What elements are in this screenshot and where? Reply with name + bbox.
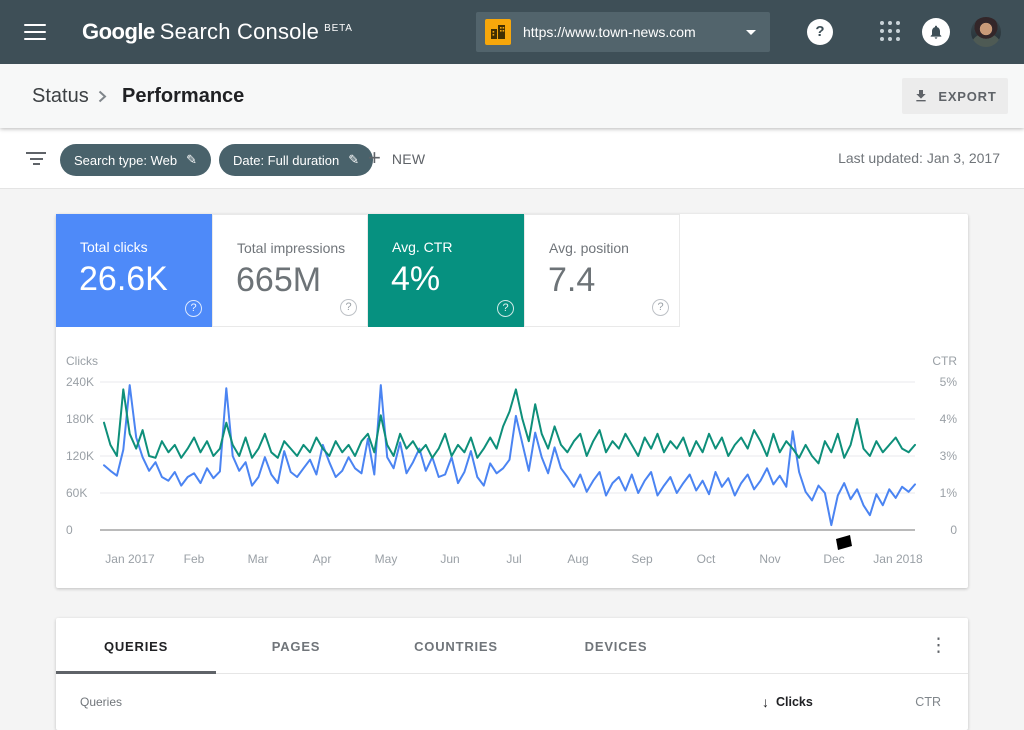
metric-tile-total-clicks[interactable]: Total clicks 26.6K ? (56, 214, 212, 327)
breadcrumb-bar: Status Performance EXPORT (0, 64, 1024, 128)
breadcrumb-chevron-icon (98, 90, 107, 108)
filter-chip-date-label: Date: Full duration (233, 152, 340, 168)
svg-text:CTR: CTR (932, 354, 957, 368)
svg-text:Nov: Nov (759, 552, 780, 566)
column-header-clicks-label: Clicks (776, 695, 813, 709)
metric-label: Avg. CTR (392, 239, 453, 255)
tab-countries[interactable]: COUNTRIES (376, 618, 536, 674)
column-header-ctr[interactable]: CTR (915, 674, 941, 730)
help-circle-icon[interactable]: ? (340, 299, 357, 316)
svg-text:3%: 3% (940, 449, 958, 463)
svg-text:240K: 240K (66, 375, 94, 389)
svg-text:Dec: Dec (823, 552, 844, 566)
metric-tile-avg-ctr[interactable]: Avg. CTR 4% ? (368, 214, 524, 327)
tab-devices[interactable]: DEVICES (536, 618, 696, 674)
property-selector[interactable]: https://www.town-news.com (476, 12, 770, 52)
svg-text:4%: 4% (940, 412, 958, 426)
edit-pencil-icon: ✎ (186, 152, 197, 167)
logo-google: Google (82, 19, 155, 44)
column-header-clicks[interactable]: ↓ Clicks (762, 674, 813, 730)
svg-text:Jun: Jun (440, 552, 459, 566)
svg-text:Clicks: Clicks (66, 354, 98, 368)
svg-text:Mar: Mar (248, 552, 269, 566)
metric-tile-avg-position[interactable]: Avg. position 7.4 ? (524, 214, 680, 327)
export-button[interactable]: EXPORT (902, 78, 1008, 114)
help-circle-icon[interactable]: ? (497, 300, 514, 317)
svg-text:Jul: Jul (506, 552, 521, 566)
filter-icon[interactable] (26, 152, 46, 166)
svg-text:Apr: Apr (313, 552, 332, 566)
help-icon[interactable]: ? (807, 19, 833, 45)
svg-text:120K: 120K (66, 449, 94, 463)
sort-down-arrow-icon: ↓ (762, 694, 769, 710)
app-header: Google Search Console BETA https://www.tow… (0, 0, 1024, 64)
svg-text:Oct: Oct (697, 552, 716, 566)
clicks-line (103, 384, 916, 527)
metric-label: Avg. position (549, 240, 629, 256)
svg-text:Jan 2017: Jan 2017 (105, 552, 155, 566)
mouse-cursor-artifact (836, 535, 852, 550)
more-options-kebab-icon[interactable]: ⋮ (929, 635, 948, 657)
table-header-row: Queries ↓ Clicks CTR (56, 674, 968, 730)
svg-text:Aug: Aug (567, 552, 588, 566)
property-building-icon (485, 19, 511, 45)
svg-text:1%: 1% (940, 486, 958, 500)
metric-label: Total impressions (237, 240, 346, 256)
tab-queries[interactable]: QUERIES (56, 618, 216, 674)
metric-label: Total clicks (80, 239, 148, 255)
apps-grid-icon[interactable] (880, 21, 902, 43)
svg-text:May: May (375, 552, 398, 566)
property-url: https://www.town-news.com (523, 24, 696, 40)
plus-icon: + (368, 144, 381, 170)
chevron-down-icon (746, 29, 756, 35)
svg-text:60K: 60K (66, 486, 87, 500)
metric-value: 26.6K (79, 260, 168, 298)
queries-table-card: QUERIES PAGES COUNTRIES DEVICES ⋮ Querie… (56, 618, 968, 730)
help-circle-icon[interactable]: ? (185, 300, 202, 317)
metric-value: 4% (391, 260, 441, 298)
svg-text:0: 0 (950, 523, 957, 537)
performance-chart[interactable]: 240K 5% 180K 4% 120K 3% 60K 1% 0 0 Clicks CTR Jan 20… (56, 327, 968, 588)
metric-tile-total-impressions[interactable]: Total impressions 665M ? (212, 214, 368, 327)
svg-text:Feb: Feb (184, 552, 205, 566)
filter-chip-search-type-label: Search type: Web (74, 152, 178, 168)
tab-pages[interactable]: PAGES (216, 618, 376, 674)
performance-chart-card: Total clicks 26.6K ? Total impressions 6… (56, 214, 968, 588)
metric-value: 7.4 (548, 261, 596, 299)
svg-text:Jan 2018: Jan 2018 (873, 552, 923, 566)
svg-text:Sep: Sep (631, 552, 653, 566)
page-title: Performance (122, 85, 245, 107)
export-button-label: EXPORT (938, 88, 997, 104)
app-logo: Google Search Console BETA (82, 0, 353, 64)
filter-chip-date[interactable]: Date: Full duration ✎ (219, 144, 374, 176)
column-header-queries: Queries (80, 695, 123, 709)
svg-text:5%: 5% (940, 375, 958, 389)
logo-beta-badge: BETA (324, 23, 353, 34)
metric-value: 665M (236, 261, 322, 299)
download-icon (916, 90, 927, 102)
notifications-bell-icon[interactable] (922, 18, 950, 46)
user-avatar[interactable] (971, 17, 1001, 47)
metric-tiles: Total clicks 26.6K ? Total impressions 6… (56, 214, 968, 327)
breadcrumb-status-link[interactable]: Status (32, 64, 89, 128)
help-circle-icon[interactable]: ? (652, 299, 669, 316)
logo-product: Search Console (159, 19, 320, 44)
svg-text:180K: 180K (66, 412, 94, 426)
last-updated-text: Last updated: Jan 3, 2017 (838, 150, 1000, 166)
svg-text:0: 0 (66, 523, 73, 537)
new-filter-label: NEW (391, 150, 426, 167)
filter-chip-search-type[interactable]: Search type: Web ✎ (60, 144, 211, 176)
tab-row: QUERIES PAGES COUNTRIES DEVICES ⋮ (56, 618, 968, 674)
new-filter-button[interactable]: + NEW (368, 128, 425, 189)
hamburger-menu-icon[interactable] (24, 24, 46, 40)
edit-pencil-icon: ✎ (348, 152, 360, 167)
